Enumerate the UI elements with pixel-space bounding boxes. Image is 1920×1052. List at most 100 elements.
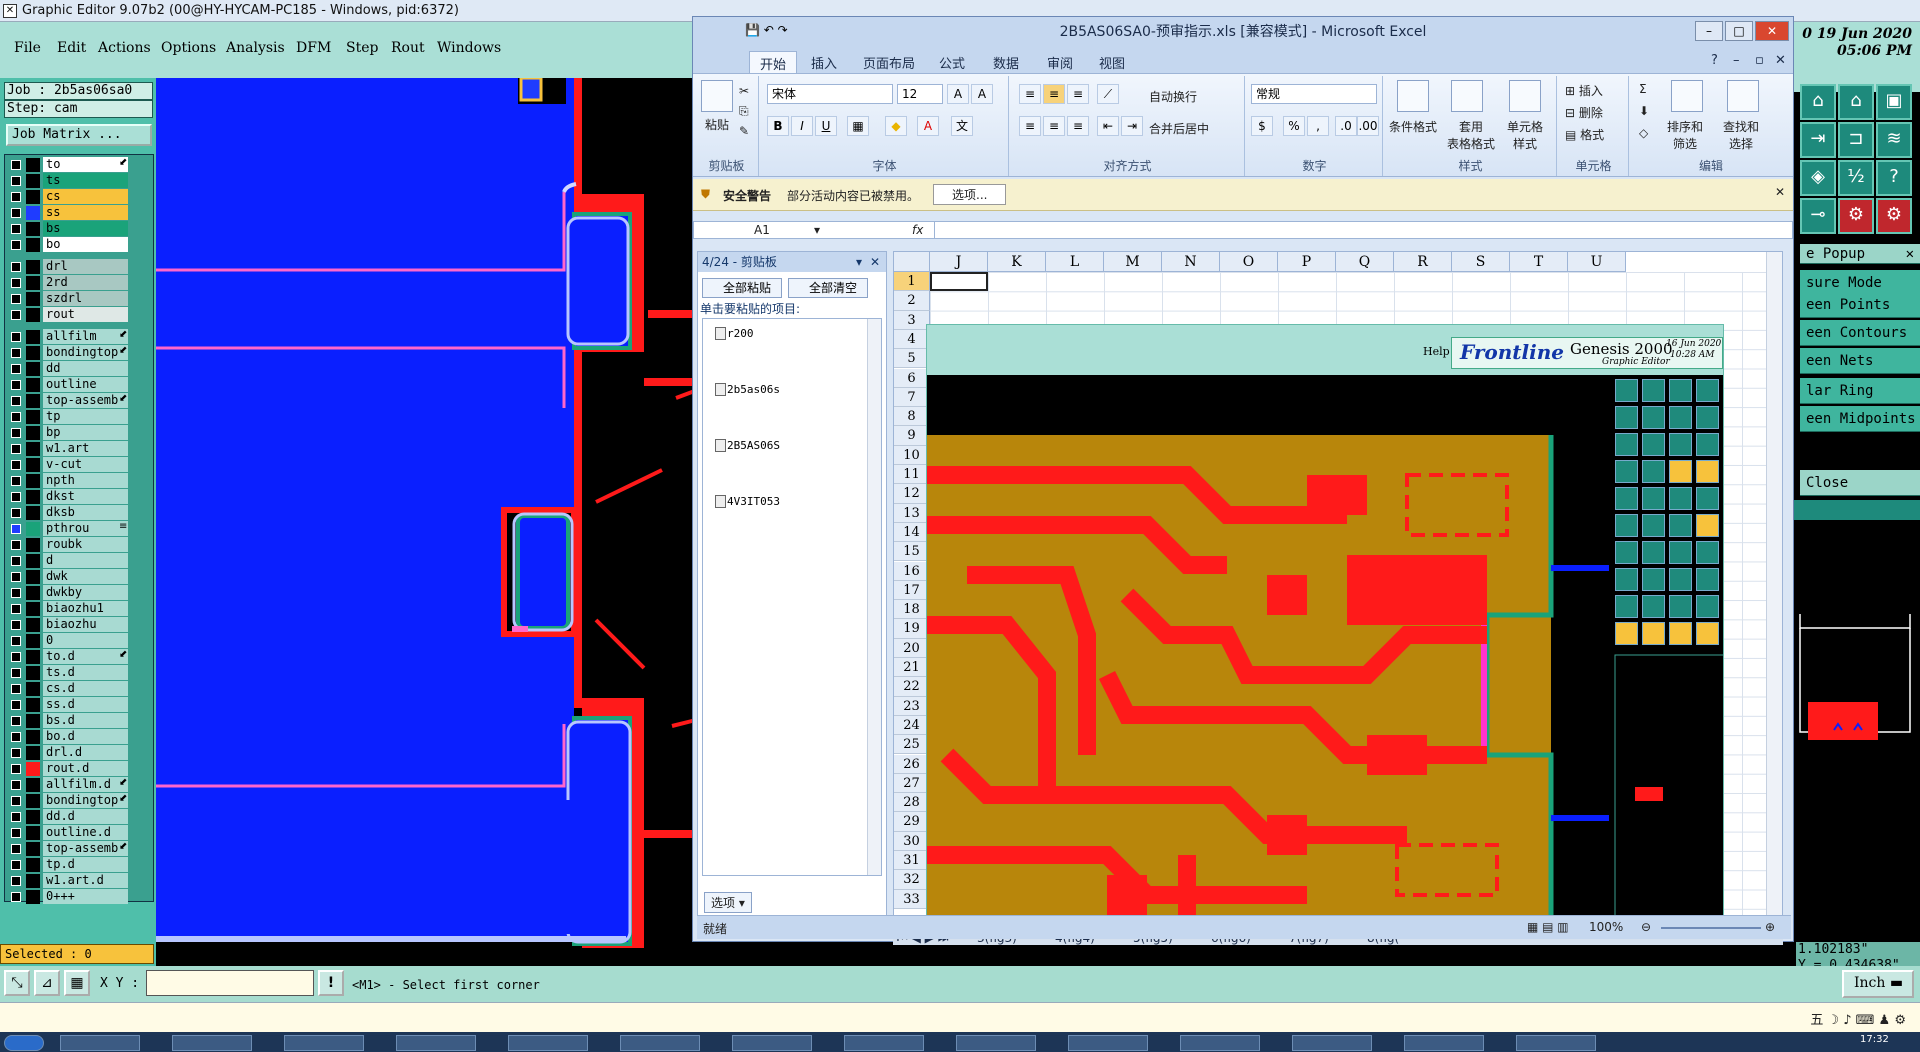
layer-name[interactable]: w1.art [43, 441, 128, 456]
layer-color-swatch[interactable] [26, 826, 40, 840]
row-header[interactable]: 3 [894, 310, 930, 330]
layer-checkbox[interactable] [11, 262, 21, 272]
doc-minimize-icon[interactable]: – [1733, 53, 1740, 68]
layer-checkbox[interactable] [11, 812, 21, 822]
close-button[interactable]: ✕ [1755, 21, 1789, 41]
row-header[interactable]: 33 [894, 889, 930, 909]
align-top-icon[interactable]: ≡ [1019, 84, 1041, 104]
layer-row[interactable]: tp [5, 409, 155, 425]
layer-checkbox[interactable] [11, 176, 21, 186]
fx-icon[interactable]: fx [912, 223, 923, 237]
layer-checkbox[interactable] [11, 192, 21, 202]
layer-color-swatch[interactable] [26, 554, 40, 568]
decrease-indent-icon[interactable]: ⇤ [1097, 116, 1119, 136]
layer-row[interactable]: top-assemb ⬋ [5, 393, 155, 409]
graphic-canvas[interactable] [156, 78, 692, 966]
layer-color-swatch[interactable] [26, 174, 40, 188]
layer-name[interactable]: cs [43, 189, 128, 204]
layer-color-swatch[interactable] [26, 276, 40, 290]
layer-name[interactable]: dksb [43, 505, 128, 520]
paste-icon[interactable] [701, 80, 733, 112]
layer-checkbox[interactable] [11, 396, 21, 406]
layer-row[interactable]: outline.d [5, 825, 155, 841]
underline-icon[interactable]: U [815, 116, 837, 136]
layer-row[interactable]: dksb [5, 505, 155, 521]
insert-button[interactable]: ⊞ 插入 [1565, 82, 1603, 99]
row-header[interactable]: 26 [894, 754, 930, 774]
layer-checkbox[interactable] [11, 540, 21, 550]
row-header[interactable]: 30 [894, 831, 930, 851]
taskbar-item[interactable] [1180, 1035, 1260, 1051]
layer-row[interactable]: bs [5, 221, 155, 237]
layer-name[interactable]: bs [43, 221, 128, 236]
align-right-icon[interactable]: ≡ [1067, 116, 1089, 136]
vertical-scrollbar[interactable] [1766, 252, 1782, 930]
layer-row[interactable]: bs.d [5, 713, 155, 729]
menu-edit[interactable]: Edit [57, 40, 86, 56]
layer-checkbox[interactable] [11, 476, 21, 486]
layer-color-swatch[interactable] [26, 410, 40, 424]
row-header[interactable]: 8 [894, 407, 930, 427]
border-icon[interactable]: ▦ [847, 116, 869, 136]
layer-row[interactable]: pthrou ≡ [5, 521, 155, 537]
clipboard-menu-icon[interactable]: ▾ [856, 252, 862, 272]
layer-color-swatch[interactable] [26, 666, 40, 680]
tray-icons[interactable]: 五 ☽ ♪ ⌨ ♟ ⚙ [1810, 1009, 1906, 1028]
zoom-out-icon[interactable]: ⊖ [1641, 920, 1651, 934]
table-format-icon[interactable] [1451, 80, 1483, 112]
layer-checkbox[interactable] [11, 556, 21, 566]
row-header[interactable]: 17 [894, 580, 930, 601]
clipboard-item[interactable]: 2b5as06s [715, 383, 780, 396]
layer-row[interactable]: allfilm.d ⬋ [5, 777, 155, 793]
column-header[interactable]: P [1278, 252, 1336, 272]
tab-view[interactable]: 视图 [1099, 53, 1125, 72]
sort-filter-button[interactable]: 排序和 筛选 [1667, 118, 1703, 152]
layer-row[interactable]: to.d ⬋ [5, 649, 155, 665]
layer-name[interactable]: dd.d [43, 809, 128, 824]
layer-row[interactable]: 0 [5, 633, 155, 649]
layer-row[interactable]: 2rd [5, 275, 155, 291]
layer-color-swatch[interactable] [26, 762, 40, 776]
layer-checkbox[interactable] [11, 860, 21, 870]
menu-dfm[interactable]: DFM [296, 40, 331, 56]
layer-name[interactable]: w1.art.d [43, 873, 128, 888]
clipboard-scrollbar[interactable] [867, 319, 881, 875]
layer-name[interactable]: outline.d [43, 825, 128, 840]
layer-color-swatch[interactable] [26, 362, 40, 376]
comma-icon[interactable]: , [1307, 116, 1329, 136]
layer-name[interactable]: cs.d [43, 681, 128, 696]
layer-color-swatch[interactable] [26, 538, 40, 552]
layer-color-swatch[interactable] [26, 682, 40, 696]
grid-snap-icon[interactable]: ⊿ [34, 970, 60, 996]
row-header[interactable]: 12 [894, 484, 930, 504]
column-header[interactable]: U [1568, 252, 1626, 272]
bold-icon[interactable]: B [767, 116, 789, 136]
view-mode-icons[interactable]: ▦ ▤ ▥ [1527, 920, 1569, 934]
column-header[interactable]: L [1046, 252, 1104, 272]
layer-checkbox[interactable] [11, 572, 21, 582]
menu-analysis[interactable]: Analysis [226, 40, 285, 56]
undo-icon[interactable]: ↶ [764, 23, 774, 37]
layer-name[interactable]: rout.d [43, 761, 128, 776]
layer-name[interactable]: roubk [43, 537, 128, 552]
help-button[interactable]: ? [1876, 160, 1912, 196]
layer-color-swatch[interactable] [26, 260, 40, 274]
layer-color-swatch[interactable] [26, 842, 40, 856]
column-header[interactable]: K [988, 252, 1046, 272]
sort-filter-icon[interactable] [1671, 80, 1703, 112]
row-header[interactable]: 9 [894, 426, 930, 446]
clear-icon[interactable]: ◇ [1639, 126, 1648, 140]
layer-color-swatch[interactable] [26, 778, 40, 792]
layer-color-swatch[interactable] [26, 810, 40, 824]
popup-between-midpoints[interactable]: een Midpoints [1800, 406, 1920, 432]
column-header[interactable]: Q [1336, 252, 1394, 272]
row-header[interactable]: 2 [894, 291, 930, 311]
taskbar-item[interactable] [60, 1035, 140, 1051]
row-header[interactable]: 29 [894, 812, 930, 832]
popup-between-points[interactable]: een Points [1800, 292, 1920, 318]
window-button[interactable]: ▣ [1876, 84, 1912, 120]
layer-row[interactable]: ts [5, 173, 155, 189]
layer-color-swatch[interactable] [26, 890, 40, 904]
layer-checkbox[interactable] [11, 604, 21, 614]
clear-all-button[interactable]: 全部清空 [788, 278, 868, 298]
